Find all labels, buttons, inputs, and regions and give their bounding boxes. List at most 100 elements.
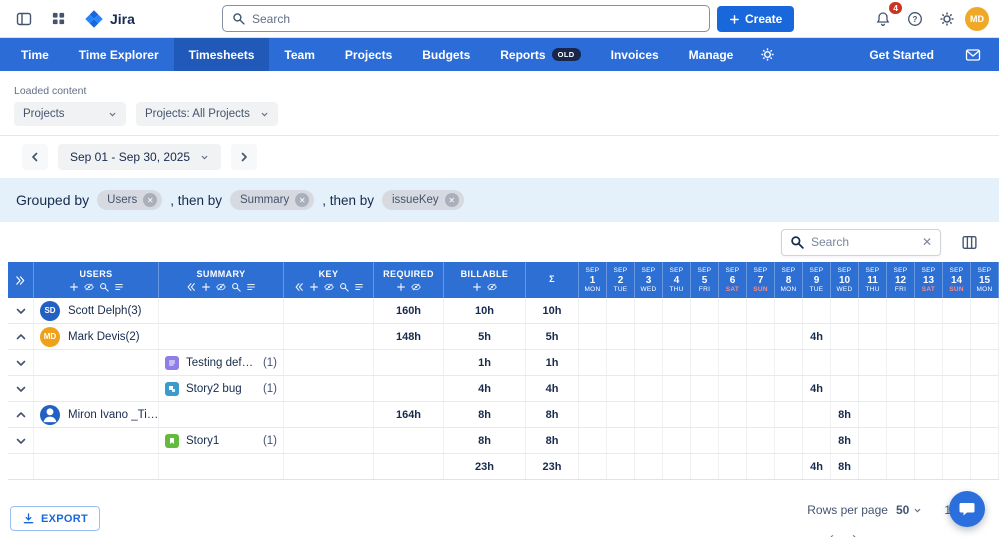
day-cell[interactable]: 8h xyxy=(831,428,859,453)
global-search-input[interactable] xyxy=(252,12,700,26)
menu-icon[interactable] xyxy=(246,282,256,292)
nav-item-projects[interactable]: Projects xyxy=(330,38,407,71)
day-cell[interactable] xyxy=(579,324,607,349)
help-icon[interactable]: ? xyxy=(901,5,929,33)
day-cell[interactable] xyxy=(775,350,803,375)
day-cell[interactable] xyxy=(887,324,915,349)
day-cell[interactable]: 8h xyxy=(831,402,859,427)
day-cell[interactable] xyxy=(775,376,803,401)
day-cell[interactable] xyxy=(859,376,887,401)
day-cell[interactable] xyxy=(635,324,663,349)
chat-widget-button[interactable] xyxy=(949,491,985,527)
day-cell[interactable] xyxy=(607,298,635,323)
day-cell[interactable]: 4h xyxy=(803,376,831,401)
day-cell[interactable] xyxy=(859,298,887,323)
day-cell[interactable] xyxy=(971,402,999,427)
day-cell[interactable] xyxy=(943,324,971,349)
day-cell[interactable] xyxy=(971,376,999,401)
day-cell[interactable] xyxy=(887,402,915,427)
rows-per-page-select[interactable]: Rows per page 50 xyxy=(807,503,922,517)
day-cell[interactable] xyxy=(691,324,719,349)
plus-icon[interactable] xyxy=(201,282,211,292)
day-cell[interactable] xyxy=(719,428,747,453)
day-cell[interactable] xyxy=(579,454,607,479)
dbl-left-icon[interactable] xyxy=(186,282,196,292)
global-search[interactable] xyxy=(222,5,710,32)
menu-icon[interactable] xyxy=(354,282,364,292)
scope-select[interactable]: Projects xyxy=(14,102,126,126)
day-cell[interactable]: 4h xyxy=(803,324,831,349)
day-cell[interactable] xyxy=(663,298,691,323)
day-cell[interactable] xyxy=(607,454,635,479)
day-cell[interactable] xyxy=(775,428,803,453)
group-chip-summary[interactable]: Summary✕ xyxy=(230,190,314,210)
day-cell[interactable] xyxy=(691,298,719,323)
day-cell[interactable] xyxy=(915,402,943,427)
notifications-bell-icon[interactable]: 4 xyxy=(869,5,897,33)
day-cell[interactable] xyxy=(943,298,971,323)
dbl-left-icon[interactable] xyxy=(294,282,304,292)
day-cell[interactable] xyxy=(747,428,775,453)
day-cell[interactable] xyxy=(915,324,943,349)
nav-item-manage[interactable]: Manage xyxy=(674,38,749,71)
chevron-up-icon[interactable] xyxy=(14,330,28,344)
day-cell[interactable] xyxy=(803,428,831,453)
projects-select[interactable]: Projects: All Projects xyxy=(136,102,278,126)
day-cell[interactable] xyxy=(887,376,915,401)
column-settings-icon[interactable] xyxy=(955,228,983,256)
nav-item-time[interactable]: Time xyxy=(6,38,64,71)
clear-search-icon[interactable]: ✕ xyxy=(922,235,932,249)
day-cell[interactable] xyxy=(747,402,775,427)
nav-item-get-started[interactable]: Get Started xyxy=(854,48,949,62)
next-page-button[interactable]: › xyxy=(852,529,857,537)
day-cell[interactable] xyxy=(747,298,775,323)
day-cell[interactable] xyxy=(719,454,747,479)
day-cell[interactable] xyxy=(943,402,971,427)
day-cell[interactable] xyxy=(691,402,719,427)
day-cell[interactable] xyxy=(803,402,831,427)
day-cell[interactable] xyxy=(887,428,915,453)
day-cell[interactable] xyxy=(775,298,803,323)
day-cell[interactable] xyxy=(831,376,859,401)
chevron-down-icon[interactable] xyxy=(14,434,28,448)
day-cell[interactable] xyxy=(943,376,971,401)
day-cell[interactable] xyxy=(635,298,663,323)
day-cell[interactable] xyxy=(579,428,607,453)
export-button[interactable]: EXPORT xyxy=(10,506,100,531)
day-cell[interactable] xyxy=(691,428,719,453)
day-cell[interactable] xyxy=(607,402,635,427)
chevron-down-icon[interactable] xyxy=(14,304,28,318)
day-cell[interactable] xyxy=(719,402,747,427)
day-cell[interactable] xyxy=(663,376,691,401)
eye-off-icon[interactable] xyxy=(216,282,226,292)
day-cell[interactable] xyxy=(719,298,747,323)
day-cell[interactable] xyxy=(971,350,999,375)
search-icon[interactable] xyxy=(99,282,109,292)
eye-off-icon[interactable] xyxy=(487,282,497,292)
day-cell[interactable] xyxy=(831,324,859,349)
day-cell[interactable] xyxy=(831,298,859,323)
day-cell[interactable] xyxy=(859,428,887,453)
nav-item-team[interactable]: Team xyxy=(269,38,329,71)
day-cell[interactable] xyxy=(691,350,719,375)
remove-chip-icon[interactable]: ✕ xyxy=(445,193,459,207)
day-cell[interactable] xyxy=(803,350,831,375)
day-cell[interactable] xyxy=(607,350,635,375)
day-cell[interactable] xyxy=(719,324,747,349)
day-cell[interactable] xyxy=(915,428,943,453)
day-cell[interactable] xyxy=(971,428,999,453)
plus-icon[interactable] xyxy=(69,282,79,292)
day-cell[interactable] xyxy=(887,298,915,323)
group-chip-users[interactable]: Users✕ xyxy=(97,190,162,210)
day-cell[interactable] xyxy=(607,428,635,453)
day-cell[interactable] xyxy=(915,350,943,375)
day-cell[interactable] xyxy=(971,298,999,323)
menu-icon[interactable] xyxy=(114,282,124,292)
day-cell[interactable] xyxy=(747,324,775,349)
day-cell[interactable] xyxy=(943,428,971,453)
sidebar-toggle-icon[interactable] xyxy=(10,5,38,33)
chevron-down-icon[interactable] xyxy=(14,382,28,396)
day-cell[interactable]: 4h xyxy=(803,454,831,479)
plus-icon[interactable] xyxy=(309,282,319,292)
day-cell[interactable] xyxy=(859,402,887,427)
